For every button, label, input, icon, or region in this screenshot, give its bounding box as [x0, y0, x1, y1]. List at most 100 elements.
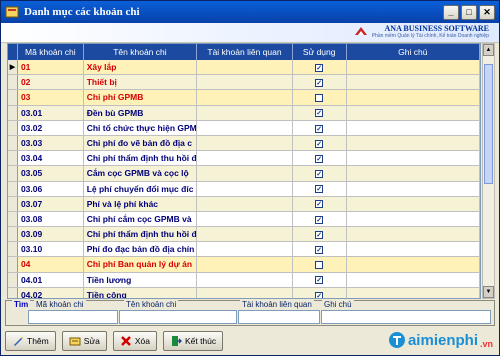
cell-account[interactable] [197, 105, 293, 120]
table-row[interactable]: 03 Chi phí GPMB [8, 90, 480, 106]
close-button[interactable]: ✕ [479, 4, 495, 20]
maximize-button[interactable]: □ [461, 4, 477, 20]
cell-note[interactable] [347, 135, 480, 151]
used-checkbox[interactable]: ✓ [315, 185, 324, 194]
table-row[interactable]: 03.03 Chi phí đo vẽ bản đồ địa c ✓ [8, 135, 480, 152]
cell-name[interactable]: Chi phí Ban quản lý dự án [84, 257, 198, 272]
used-checkbox[interactable]: ✓ [315, 170, 324, 179]
cell-account[interactable] [197, 242, 293, 257]
table-row[interactable]: ▶ 01 Xây lắp ✓ [8, 60, 480, 76]
cell-code[interactable]: 03.01 [18, 105, 84, 120]
cell-name[interactable]: Phí và lệ phí khác [84, 196, 198, 211]
cell-name[interactable]: Lệ phí chuyển đổi mục đíc [84, 181, 198, 196]
cell-note[interactable] [347, 287, 480, 298]
row-selector[interactable] [8, 181, 18, 196]
used-checkbox[interactable]: ✓ [315, 109, 324, 118]
cell-used[interactable]: ✓ [293, 105, 347, 120]
row-selector[interactable] [8, 227, 18, 242]
cell-name[interactable]: Thiết bị [84, 75, 198, 90]
used-checkbox[interactable]: ✓ [315, 78, 324, 87]
cell-note[interactable] [347, 227, 480, 242]
cell-name[interactable]: Cắm cọc GPMB và cọc lộ [84, 166, 198, 181]
cell-used[interactable]: ✓ [293, 242, 347, 257]
column-header-used[interactable]: Sử dụng [293, 44, 347, 60]
cell-used[interactable]: ✓ [293, 227, 347, 242]
cell-used[interactable] [293, 90, 347, 105]
row-selector[interactable]: ▶ [8, 60, 18, 75]
row-selector[interactable] [8, 242, 18, 257]
column-header-code[interactable]: Mã khoản chi [18, 44, 84, 60]
table-row[interactable]: 03.05 Cắm cọc GPMB và cọc lộ ✓ [8, 166, 480, 182]
cell-note[interactable] [347, 75, 480, 90]
cell-account[interactable] [197, 166, 293, 181]
cell-account[interactable] [197, 181, 293, 196]
add-button[interactable]: Thêm [5, 331, 56, 351]
row-selector[interactable] [8, 151, 18, 166]
cell-note[interactable] [347, 211, 480, 227]
cell-name[interactable]: Chi tổ chức thực hiện GPM [84, 120, 198, 135]
cell-code[interactable]: 03.10 [18, 242, 84, 257]
used-checkbox[interactable]: ✓ [315, 200, 324, 209]
cell-code[interactable]: 03.06 [18, 181, 84, 196]
cell-code[interactable]: 03.02 [18, 120, 84, 135]
cell-used[interactable]: ✓ [293, 151, 347, 166]
table-row[interactable]: 03.09 Chi phí thẩm định thu hồi đ ✓ [8, 227, 480, 243]
row-selector[interactable] [8, 166, 18, 181]
cell-code[interactable]: 04.01 [18, 272, 84, 287]
scroll-thumb[interactable] [484, 64, 493, 184]
cell-code[interactable]: 03.08 [18, 211, 84, 227]
cell-note[interactable] [347, 196, 480, 211]
cell-used[interactable]: ✓ [293, 75, 347, 90]
cell-note[interactable] [347, 242, 480, 257]
cell-name[interactable]: Chi phí GPMB [84, 90, 198, 105]
column-header-name[interactable]: Tên khoản chi [84, 44, 198, 60]
cell-name[interactable]: Phí đo đạc bản đồ địa chín [84, 242, 198, 257]
cell-note[interactable] [347, 120, 480, 135]
used-checkbox[interactable] [315, 94, 324, 103]
exit-button[interactable]: Kết thúc [162, 331, 224, 351]
cell-used[interactable]: ✓ [293, 120, 347, 135]
table-row[interactable]: 03.04 Chi phí thẩm định thu hồi đ ✓ [8, 151, 480, 167]
cell-name[interactable]: Tiền lương [84, 272, 198, 287]
scroll-up-arrow-icon[interactable]: ▲ [483, 44, 494, 56]
used-checkbox[interactable] [315, 261, 324, 270]
table-row[interactable]: 04 Chi phí Ban quản lý dự án [8, 257, 480, 273]
cell-code[interactable]: 01 [18, 60, 84, 75]
row-selector[interactable] [8, 272, 18, 287]
cell-note[interactable] [347, 257, 480, 272]
cell-used[interactable]: ✓ [293, 287, 347, 298]
used-checkbox[interactable]: ✓ [315, 63, 324, 72]
row-selector[interactable] [8, 105, 18, 120]
cell-used[interactable]: ✓ [293, 181, 347, 196]
cell-name[interactable]: Chi phí thẩm định thu hồi đ [84, 227, 198, 242]
cell-account[interactable] [197, 60, 293, 75]
cell-name[interactable]: Chi phí cắm cọc GPMB và [84, 211, 198, 227]
used-checkbox[interactable]: ✓ [315, 139, 324, 148]
row-selector[interactable] [8, 196, 18, 211]
cell-used[interactable]: ✓ [293, 135, 347, 151]
used-checkbox[interactable]: ✓ [315, 215, 324, 224]
used-checkbox[interactable]: ✓ [315, 154, 324, 163]
cell-used[interactable]: ✓ [293, 272, 347, 287]
column-header-account[interactable]: Tài khoản liên quan [197, 44, 293, 60]
cell-name[interactable]: Xây lắp [84, 60, 198, 75]
table-row[interactable]: 03.10 Phí đo đạc bản đồ địa chín ✓ [8, 242, 480, 258]
row-selector[interactable] [8, 287, 18, 298]
grid-vertical-scrollbar[interactable]: ▲ ▼ [482, 43, 495, 299]
search-code-input[interactable] [28, 310, 118, 324]
used-checkbox[interactable]: ✓ [315, 291, 324, 298]
cell-account[interactable] [197, 272, 293, 287]
cell-name[interactable]: Đền bù GPMB [84, 105, 198, 120]
table-row[interactable]: 03.06 Lệ phí chuyển đổi mục đíc ✓ [8, 181, 480, 197]
minimize-button[interactable]: _ [443, 4, 459, 20]
cell-code[interactable]: 04 [18, 257, 84, 272]
cell-name[interactable]: Chi phí thẩm định thu hồi đ [84, 151, 198, 166]
table-row[interactable]: 02 Thiết bị ✓ [8, 75, 480, 91]
table-row[interactable]: 04.01 Tiền lương ✓ [8, 272, 480, 288]
cell-code[interactable]: 04.02 [18, 287, 84, 298]
cell-account[interactable] [197, 257, 293, 272]
row-selector[interactable] [8, 211, 18, 227]
cell-account[interactable] [197, 196, 293, 211]
cell-name[interactable]: Tiền công [84, 287, 198, 298]
edit-button[interactable]: Sửa [61, 331, 107, 351]
